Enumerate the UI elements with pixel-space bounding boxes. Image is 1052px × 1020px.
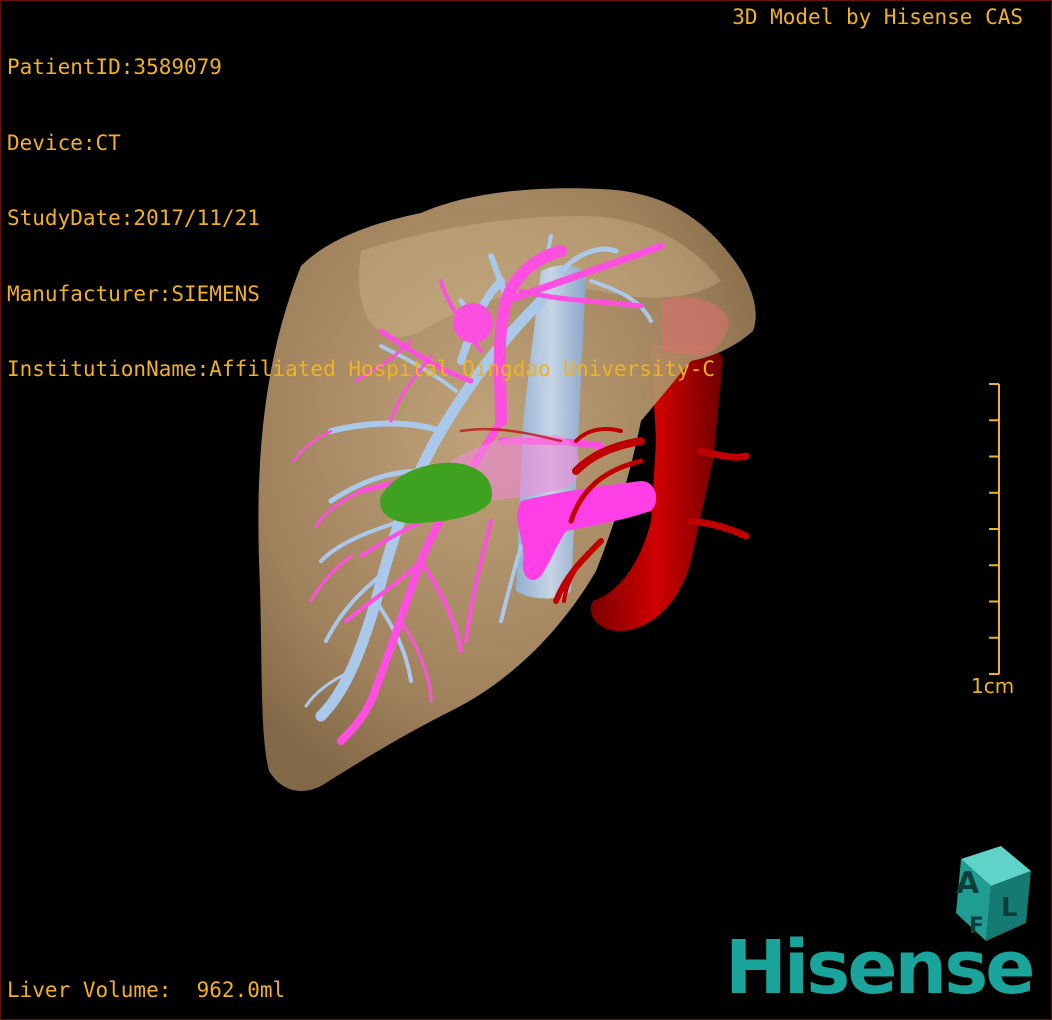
hisense-wordmark: Hisense [725,925,1035,1011]
model-caption: 3D Model by Hisense CAS [732,5,1023,29]
device: Device:CT [7,130,121,155]
scale-bar [989,383,1000,675]
svg-text:L: L [1001,893,1018,923]
liver-volume: Liver Volume: 962.0ml [7,978,286,1002]
scale-label: 1cm [971,674,1015,698]
dicom-metadata-overlay: PatientID:3589079 Device:CT StudyDate:20… [7,5,715,433]
institution-name: InstitutionName:Affiliated Hospital Qing… [7,357,716,381]
manufacturer: Manufacturer:SIEMENS [7,281,260,306]
svg-text:A: A [956,866,980,901]
patient-id: PatientID:3589079 [7,55,222,79]
3d-viewport[interactable]: A F L PatientID:3589079 Device:CT StudyD… [0,0,1052,1020]
study-date: StudyDate:2017/11/21 [7,206,260,230]
